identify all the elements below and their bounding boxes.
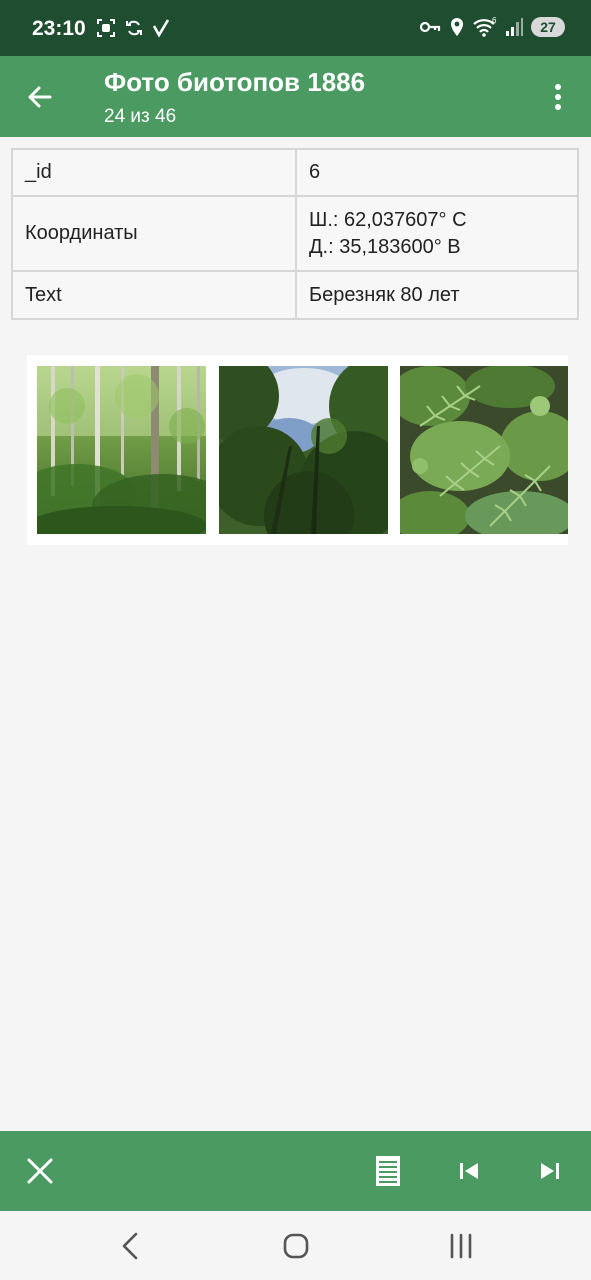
nav-home-icon bbox=[283, 1233, 309, 1259]
back-button[interactable] bbox=[22, 79, 58, 115]
screen-record-icon bbox=[97, 19, 115, 37]
page-title: Фото биотопов 1886 bbox=[104, 67, 366, 97]
field-label: Text bbox=[11, 270, 297, 320]
photo-gallery[interactable] bbox=[27, 355, 568, 545]
field-value: 6 bbox=[295, 148, 579, 197]
field-value: Березняк 80 лет bbox=[295, 270, 579, 320]
status-bar: 23:10 6 27 bbox=[0, 0, 591, 56]
longitude-value: Д.: 35,183600° В bbox=[309, 235, 461, 258]
photo-thumbnail-ferns[interactable] bbox=[400, 366, 568, 534]
field-label: Координаты bbox=[11, 195, 297, 272]
previous-record-button[interactable] bbox=[451, 1153, 487, 1189]
checkmark-icon bbox=[152, 19, 170, 38]
close-button[interactable] bbox=[22, 1153, 58, 1189]
wifi-icon: 6 bbox=[473, 17, 497, 37]
system-back-button[interactable] bbox=[110, 1229, 150, 1263]
sync-icon bbox=[126, 20, 142, 36]
photo-thumbnail-birch-forest[interactable] bbox=[37, 366, 206, 534]
vpn-key-icon bbox=[419, 21, 441, 33]
list-view-icon bbox=[376, 1156, 400, 1186]
status-time: 23:10 bbox=[32, 17, 86, 40]
arrow-back-icon bbox=[28, 86, 52, 108]
location-icon bbox=[451, 18, 463, 36]
table-row: _id 6 bbox=[11, 148, 579, 197]
photo-thumbnail-tree-canopy[interactable] bbox=[219, 366, 388, 534]
system-home-button[interactable] bbox=[276, 1229, 316, 1263]
close-icon bbox=[27, 1158, 53, 1184]
more-vert-icon bbox=[555, 84, 561, 110]
battery-level: 27 bbox=[540, 19, 556, 35]
skip-next-icon bbox=[541, 1163, 559, 1179]
field-value: Ш.: 62,037607° С Д.: 35,183600° В bbox=[295, 195, 579, 272]
nav-recents-icon bbox=[450, 1233, 472, 1259]
nav-back-icon bbox=[122, 1232, 138, 1260]
svg-text:6: 6 bbox=[492, 17, 497, 25]
table-row: Координаты Ш.: 62,037607° С Д.: 35,18360… bbox=[11, 195, 579, 272]
record-counter: 24 из 46 bbox=[104, 106, 177, 127]
list-view-button[interactable] bbox=[370, 1153, 406, 1189]
signal-icon bbox=[506, 18, 523, 36]
system-navigation-bar bbox=[0, 1211, 591, 1280]
table-row: Text Березняк 80 лет bbox=[11, 270, 579, 320]
details-table: _id 6 Координаты Ш.: 62,037607° С Д.: 35… bbox=[11, 148, 579, 320]
system-recents-button[interactable] bbox=[441, 1229, 481, 1263]
next-record-button[interactable] bbox=[532, 1153, 568, 1189]
skip-previous-icon bbox=[460, 1163, 478, 1179]
latitude-value: Ш.: 62,037607° С bbox=[309, 208, 467, 231]
field-label: _id bbox=[11, 148, 297, 197]
app-bar: Фото биотопов 1886 24 из 46 bbox=[0, 56, 591, 137]
bottom-action-bar bbox=[0, 1131, 591, 1211]
battery-icon: 27 bbox=[531, 17, 565, 37]
overflow-menu-button[interactable] bbox=[543, 80, 573, 116]
